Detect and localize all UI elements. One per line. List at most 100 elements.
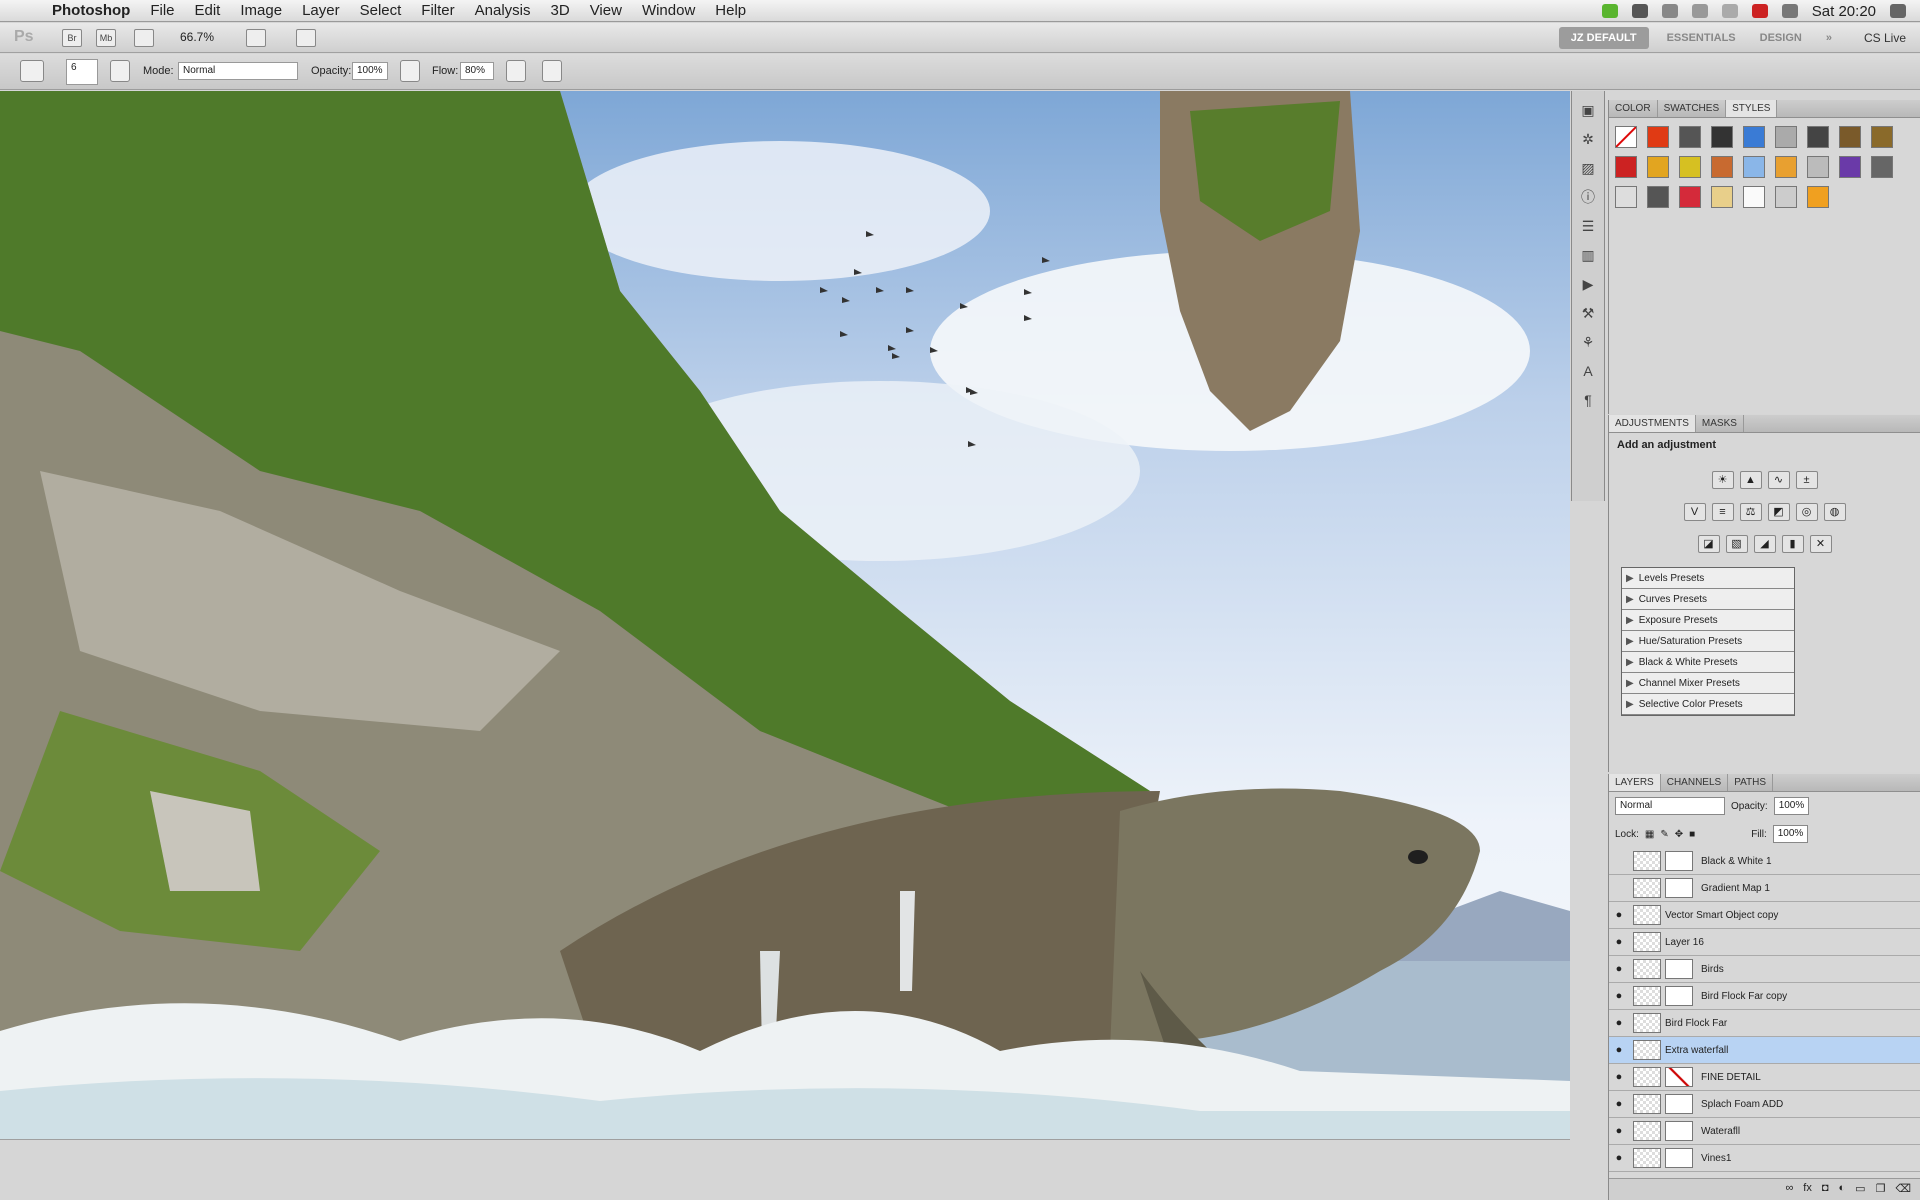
style-swatch[interactable] xyxy=(1871,156,1893,178)
selective-color-icon[interactable]: ✕ xyxy=(1809,535,1832,553)
fill-field[interactable]: 100% xyxy=(1772,825,1809,843)
style-swatch[interactable] xyxy=(1615,126,1637,148)
style-swatch[interactable] xyxy=(1647,186,1669,208)
layer-mask-thumbnail[interactable] xyxy=(1665,1148,1693,1168)
info-icon[interactable]: ⓘ xyxy=(1577,187,1599,207)
eye-icon[interactable]: ● xyxy=(1609,963,1629,975)
layer-mask-thumbnail[interactable] xyxy=(1665,1094,1693,1114)
style-swatch[interactable] xyxy=(1743,186,1765,208)
navigator-icon[interactable]: ▨ xyxy=(1577,158,1599,178)
preset-hue-saturation[interactable]: ▶ Hue/Saturation Presets xyxy=(1622,631,1794,652)
eye-icon[interactable]: ● xyxy=(1609,1071,1629,1083)
brush-presets-icon[interactable]: ▥ xyxy=(1577,245,1599,265)
style-swatch[interactable] xyxy=(1775,126,1797,148)
eye-icon[interactable]: ● xyxy=(1609,1017,1629,1029)
blend-mode-select[interactable]: Normal xyxy=(1615,797,1725,815)
tool-presets-icon[interactable]: ⚒ xyxy=(1577,303,1599,323)
3d-panel-icon[interactable]: ✲ xyxy=(1577,129,1599,149)
new-group-icon[interactable]: ▭ xyxy=(1855,1182,1865,1197)
style-swatch[interactable] xyxy=(1743,126,1765,148)
layer-row[interactable]: ● Layer 16 xyxy=(1609,929,1920,956)
layer-row[interactable]: ● Splach Foam ADD xyxy=(1609,1091,1920,1118)
eye-icon[interactable]: ● xyxy=(1609,1098,1629,1110)
lock-position-icon[interactable]: ✥ xyxy=(1675,829,1683,840)
brush-panel-toggle-icon[interactable] xyxy=(110,60,130,82)
layer-row[interactable]: ● FINE DETAIL xyxy=(1609,1064,1920,1091)
eye-icon[interactable]: ● xyxy=(1609,990,1629,1002)
style-swatch[interactable] xyxy=(1615,156,1637,178)
eye-icon[interactable]: ● xyxy=(1609,936,1629,948)
tab-layers[interactable]: LAYERS xyxy=(1609,774,1661,791)
cs-icon[interactable] xyxy=(1631,4,1648,18)
workspace-jz-default[interactable]: JZ DEFAULT xyxy=(1558,27,1649,49)
menubar-clock[interactable]: Sat 20:20 xyxy=(1812,3,1876,20)
spotlight-search-icon[interactable] xyxy=(1890,4,1906,18)
character-icon[interactable]: A xyxy=(1577,361,1599,381)
app-menu[interactable]: Photoshop xyxy=(52,2,130,19)
black-white-icon[interactable]: ◩ xyxy=(1767,503,1790,521)
exposure-icon[interactable]: ± xyxy=(1795,471,1818,489)
new-layer-icon[interactable]: ❐ xyxy=(1876,1182,1886,1197)
style-swatch[interactable] xyxy=(1839,126,1861,148)
style-swatch[interactable] xyxy=(1647,126,1669,148)
mini-bridge-icon[interactable]: ▣ xyxy=(1577,100,1599,120)
gear-icon[interactable] xyxy=(1661,4,1678,18)
zoom-level[interactable]: 66.7% xyxy=(180,30,214,44)
layer-mask-thumbnail[interactable] xyxy=(1665,1121,1693,1141)
style-swatch[interactable] xyxy=(1711,156,1733,178)
menu-3d[interactable]: 3D xyxy=(551,2,570,19)
style-swatch[interactable] xyxy=(1679,126,1701,148)
layer-row-selected[interactable]: ● Extra waterfall xyxy=(1609,1037,1920,1064)
style-swatch[interactable] xyxy=(1775,186,1797,208)
layer-mask-thumbnail[interactable] xyxy=(1665,986,1693,1006)
workspace-design[interactable]: DESIGN xyxy=(1748,23,1814,53)
wifi-icon[interactable] xyxy=(1721,4,1738,18)
menu-window[interactable]: Window xyxy=(642,2,695,19)
style-swatch[interactable] xyxy=(1807,156,1829,178)
eye-icon[interactable]: ● xyxy=(1609,1125,1629,1137)
tool-preset-picker[interactable] xyxy=(20,60,44,82)
flow-field[interactable]: 80% xyxy=(460,62,494,80)
time-machine-icon[interactable] xyxy=(1691,4,1708,18)
layer-mask-thumbnail[interactable] xyxy=(1665,851,1693,871)
preset-selective-color[interactable]: ▶ Selective Color Presets xyxy=(1622,694,1794,715)
style-swatch[interactable] xyxy=(1871,126,1893,148)
eye-icon[interactable]: ● xyxy=(1609,909,1629,921)
pressure-opacity-icon[interactable] xyxy=(400,60,420,82)
preset-black-white[interactable]: ▶ Black & White Presets xyxy=(1622,652,1794,673)
tab-swatches[interactable]: SWATCHES xyxy=(1658,100,1727,117)
posterize-icon[interactable]: ▧ xyxy=(1725,535,1748,553)
menu-layer[interactable]: Layer xyxy=(302,2,340,19)
tab-styles[interactable]: STYLES xyxy=(1726,100,1778,117)
animation-icon[interactable]: ▶ xyxy=(1577,274,1599,294)
volume-icon[interactable] xyxy=(1781,4,1798,18)
color-balance-icon[interactable]: ⚖ xyxy=(1739,503,1762,521)
layer-style-icon[interactable]: fx xyxy=(1803,1182,1812,1197)
more-workspaces-icon[interactable]: » xyxy=(1814,23,1844,53)
tab-adjustments[interactable]: ADJUSTMENTS xyxy=(1609,415,1696,432)
link-layers-icon[interactable]: ∞ xyxy=(1785,1182,1793,1197)
preset-exposure[interactable]: ▶ Exposure Presets xyxy=(1622,610,1794,631)
style-swatch[interactable] xyxy=(1807,186,1829,208)
document-canvas[interactable] xyxy=(0,91,1570,1139)
layer-row[interactable]: Gradient Map 1 xyxy=(1609,875,1920,902)
add-mask-icon[interactable]: ◘ xyxy=(1822,1182,1829,1197)
menu-view[interactable]: View xyxy=(590,2,622,19)
layer-row[interactable]: ● Bird Flock Far xyxy=(1609,1010,1920,1037)
preset-channel-mixer[interactable]: ▶ Channel Mixer Presets xyxy=(1622,673,1794,694)
menu-analysis[interactable]: Analysis xyxy=(475,2,531,19)
vibrance-icon[interactable]: V xyxy=(1683,503,1706,521)
brightness-contrast-icon[interactable]: ☀ xyxy=(1711,471,1734,489)
style-swatch[interactable] xyxy=(1615,186,1637,208)
menu-select[interactable]: Select xyxy=(360,2,402,19)
threshold-icon[interactable]: ◢ xyxy=(1753,535,1776,553)
tab-masks[interactable]: MASKS xyxy=(1696,415,1744,432)
photo-filter-icon[interactable]: ◎ xyxy=(1795,503,1818,521)
arrange-documents-button[interactable] xyxy=(246,29,266,47)
history-icon[interactable]: ☰ xyxy=(1577,216,1599,236)
new-adjustment-layer-icon[interactable]: ◐ xyxy=(1839,1182,1846,1197)
bridge-button[interactable]: Br xyxy=(62,29,82,47)
preset-levels[interactable]: ▶ Levels Presets xyxy=(1622,568,1794,589)
menu-help[interactable]: Help xyxy=(715,2,746,19)
paragraph-icon[interactable]: ¶ xyxy=(1577,390,1599,410)
